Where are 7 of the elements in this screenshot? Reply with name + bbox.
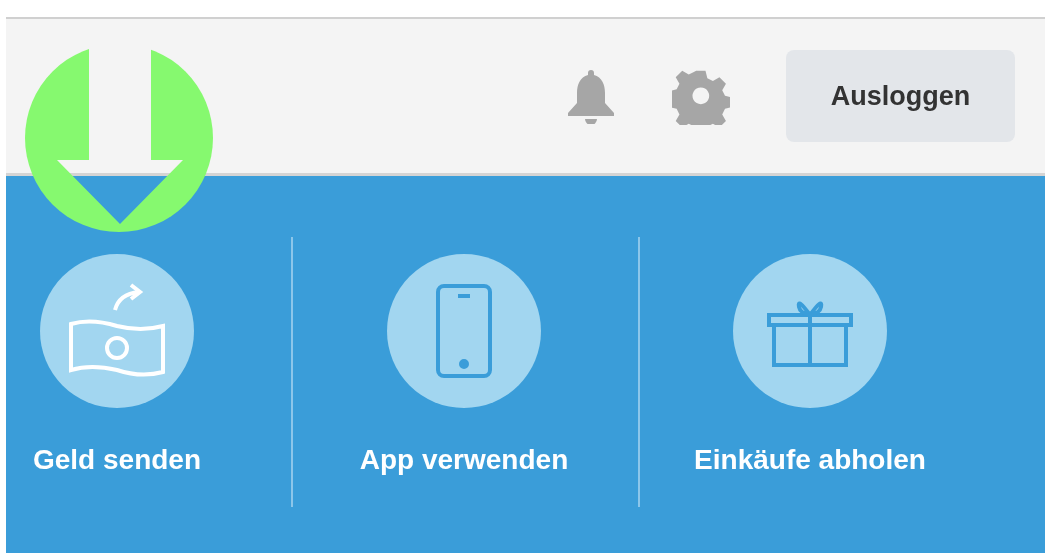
logout-button[interactable]: Ausloggen (786, 50, 1015, 142)
action-label[interactable]: Einkäufe abholen (694, 444, 926, 476)
money-send-icon (69, 282, 165, 380)
action-label[interactable]: App verwenden (359, 444, 569, 476)
phone-icon (436, 284, 492, 378)
bell-icon[interactable] (565, 68, 617, 124)
action-label[interactable]: Geld senden (32, 444, 201, 476)
